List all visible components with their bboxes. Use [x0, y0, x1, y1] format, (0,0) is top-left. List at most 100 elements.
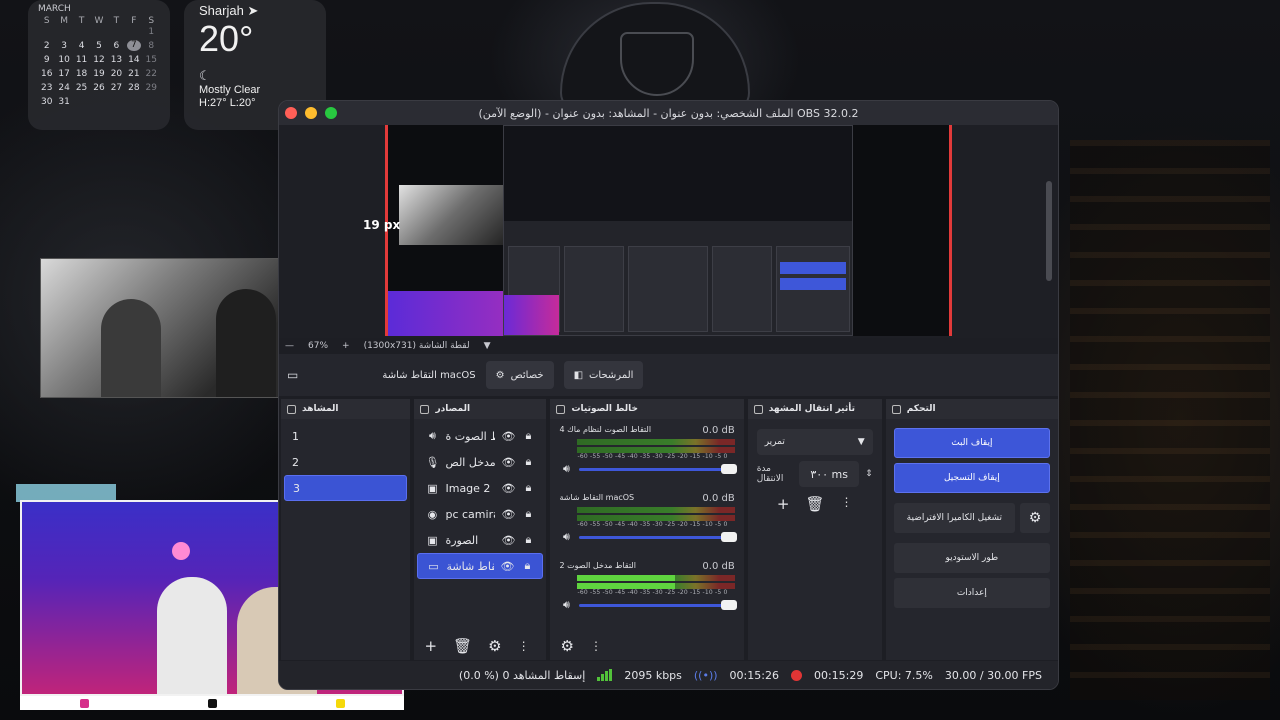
- channel-db: 0.0 dB: [702, 561, 735, 572]
- eye-icon[interactable]: 👁︎: [501, 430, 516, 443]
- source-item[interactable]: ▭ التقاط شاشة OS 👁︎ 🔒︎: [417, 553, 544, 579]
- source-item[interactable]: ▣ Image 2 👁︎ 🔒︎: [417, 475, 543, 501]
- slider-knob[interactable]: [720, 599, 737, 610]
- start-virtual-camera-button[interactable]: تشغيل الكاميرا الافتراضية: [893, 503, 1015, 533]
- preview-area[interactable]: 19 px — 67% + (1300x731) لقطة الشاشة ▼: [279, 125, 1058, 351]
- nested-button: [780, 262, 846, 274]
- transitions-title: تأثير انتقال المشهد: [768, 404, 855, 414]
- preview-photo-source[interactable]: [399, 185, 505, 245]
- mixer-channel: التقاط شاشة macOS 0.0 dB -60 -55 -50 -45 …: [553, 491, 740, 559]
- transitions-dock: تأثير انتقال المشهد تمرير ▼ مدة الانتقال…: [747, 399, 882, 660]
- gear-icon: ⚙: [495, 369, 505, 381]
- more-icon[interactable]: ⋮: [841, 495, 853, 513]
- lock-icon[interactable]: 🔒︎: [521, 507, 535, 521]
- speaker-icon[interactable]: 🔊︎: [559, 530, 573, 544]
- lock-icon[interactable]: 🔒︎: [520, 559, 534, 573]
- title-bar[interactable]: الملف الشخصي: بدون عنوان - المشاهد: بدون…: [279, 101, 1058, 125]
- duration-input[interactable]: ٣٠٠ ms: [799, 461, 860, 487]
- transition-select[interactable]: تمرير ▼: [756, 429, 873, 455]
- weekday: S: [148, 16, 155, 26]
- camera-icon: ◉: [427, 507, 438, 521]
- location-arrow-icon: ➤: [247, 3, 259, 18]
- properties-button[interactable]: ⚙ خصائص: [485, 361, 554, 389]
- more-icon[interactable]: ⋮: [590, 639, 602, 653]
- calendar-days: 1 2 3 4 5 6 7 8 9 10 11 12 13 14 15 16 17 18 19 20 21 22 23 24 2…: [38, 27, 160, 108]
- zoom-level[interactable]: 67%: [308, 341, 328, 351]
- source-item[interactable]: 🔊︎ التقاط الصوت ة 👁︎ 🔒︎: [417, 423, 543, 449]
- calendar-day: 20: [110, 69, 123, 79]
- calendar-day: [90, 27, 107, 38]
- chevron-down-icon[interactable]: ▼: [484, 341, 491, 351]
- preview-screen-capture[interactable]: [503, 125, 853, 336]
- mixer-header: خالط الصوتيات: [550, 399, 744, 419]
- scene-item[interactable]: 1: [284, 423, 407, 449]
- gear-icon[interactable]: ⚙: [488, 637, 501, 655]
- weather-condition: Mostly Clear: [199, 84, 261, 96]
- desktop-photo[interactable]: [40, 258, 280, 398]
- calendar-day: 16: [40, 69, 53, 79]
- filters-button[interactable]: ◧ المرشحات: [563, 361, 644, 389]
- meter-bar: [577, 515, 735, 521]
- calendar-day: [73, 27, 90, 38]
- scene-item[interactable]: 2: [284, 449, 407, 475]
- source-item[interactable]: ▣ الصورة 👁︎ 🔒︎: [417, 527, 543, 553]
- calendar-day: 12: [93, 55, 105, 65]
- stepper-icon[interactable]: ⇕: [865, 469, 873, 479]
- settings-button[interactable]: إعدادات: [893, 578, 1050, 608]
- eye-icon[interactable]: 👁︎: [501, 508, 516, 521]
- meter-scale: -60 -55 -50 -45 -40 -35 -30 -25 -20 -15 …: [577, 453, 728, 460]
- volume-slider[interactable]: [579, 599, 737, 610]
- eye-icon[interactable]: 👁︎: [501, 456, 516, 469]
- source-label: التقاط مدخل الص: [445, 455, 496, 469]
- source-item[interactable]: 🎙︎ التقاط مدخل الص 👁︎ 🔒︎: [417, 449, 543, 475]
- trash-icon[interactable]: 🗑︎: [453, 637, 472, 655]
- preview-canvas[interactable]: [385, 125, 952, 336]
- calendar-day: 30: [40, 97, 53, 107]
- virtual-camera-row: تشغيل الكاميرا الافتراضية ⚙: [889, 498, 1055, 538]
- gear-icon[interactable]: ⚙: [1020, 503, 1050, 533]
- lock-icon[interactable]: 🔒︎: [521, 455, 535, 469]
- meter-bar: [577, 575, 735, 581]
- calendar-day: 13: [110, 55, 123, 65]
- calendar-day: 31: [58, 97, 70, 107]
- plus-icon[interactable]: +: [342, 341, 350, 351]
- preview-scrollbar[interactable]: [1046, 181, 1052, 281]
- moon-icon: ☾: [199, 69, 211, 84]
- gear-icon[interactable]: ⚙: [560, 637, 573, 655]
- stop-recording-button[interactable]: إيقاف التسجيل: [893, 463, 1050, 493]
- eye-icon[interactable]: 👁︎: [501, 534, 516, 547]
- studio-mode-button[interactable]: طور الاستوديو: [893, 543, 1050, 573]
- volume-slider[interactable]: [579, 463, 737, 474]
- trash-icon[interactable]: 🗑︎: [805, 495, 824, 513]
- source-item[interactable]: ◉ pc camira 👁︎ 🔒︎: [417, 501, 543, 527]
- volume-slider[interactable]: [579, 531, 737, 542]
- nested-panel: [564, 246, 624, 332]
- eye-icon[interactable]: 👁︎: [500, 560, 515, 573]
- scene-item[interactable]: 3: [284, 475, 408, 501]
- weekday: M: [60, 16, 69, 26]
- slider-knob[interactable]: [720, 463, 737, 474]
- add-icon[interactable]: +: [777, 495, 790, 513]
- more-icon[interactable]: ⋮: [518, 639, 530, 653]
- calendar-day: 17: [58, 69, 70, 79]
- lock-icon[interactable]: 🔒︎: [521, 481, 535, 495]
- wallpaper-stairs: [1070, 140, 1270, 700]
- lock-icon[interactable]: 🔒︎: [521, 429, 535, 443]
- calendar-widget[interactable]: MARCH S M T W T F S 1 2 3 4 5 6 7 8 9 10 11 12 13 14 1…: [28, 0, 170, 130]
- calendar-day: 15: [145, 55, 157, 65]
- minus-icon[interactable]: —: [285, 341, 294, 351]
- eye-icon[interactable]: 👁︎: [501, 482, 516, 495]
- speaker-icon[interactable]: 🔊︎: [559, 462, 573, 476]
- lock-icon[interactable]: 🔒︎: [521, 533, 535, 547]
- dock-area: المشاهد 1 2 3 المصادر 🔊︎ التقاط الصوت ة 👁︎…: [279, 399, 1058, 660]
- calendar-day: 11: [75, 55, 88, 65]
- stop-streaming-button[interactable]: إيقاف البث: [893, 428, 1050, 458]
- speaker-icon[interactable]: 🔊︎: [559, 598, 573, 612]
- obs-window[interactable]: الملف الشخصي: بدون عنوان - المشاهد: بدون…: [278, 100, 1059, 690]
- slider-knob[interactable]: [720, 531, 737, 542]
- add-icon[interactable]: +: [424, 637, 437, 655]
- calendar-day: [73, 97, 90, 108]
- nested-panel: [712, 246, 772, 332]
- bitrate: 2095 kbps: [624, 668, 682, 682]
- controls-header: التحكم: [885, 399, 1058, 419]
